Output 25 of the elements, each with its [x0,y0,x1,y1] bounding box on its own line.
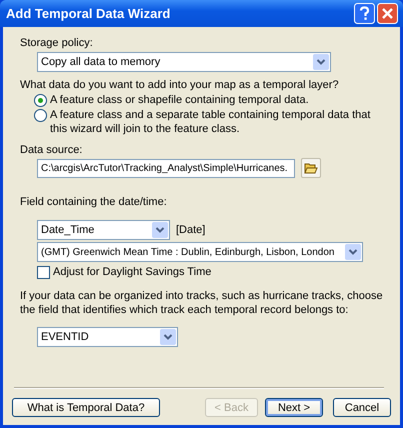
storage-policy-label: Storage policy: [20,36,93,50]
data-question-label: What data do you want to add into your map as a temporal layer? [20,78,339,92]
wizard-button[interactable]: Next > [265,398,323,417]
window-title: Add Temporal Data Wizard [6,6,172,21]
date-field-label: Field containing the date/time: [20,195,167,209]
help-button[interactable] [354,3,375,24]
close-button[interactable] [377,3,398,24]
wizard-button[interactable]: What is Temporal Data? [12,398,160,417]
data-source-label: Data source: [20,143,82,157]
radio-button[interactable] [34,94,47,107]
radio-button[interactable] [34,109,47,122]
storage-policy-dropdown[interactable]: Copy all data to memory [37,52,331,72]
wizard-button[interactable]: Cancel [333,398,391,417]
checkbox-label: Adjust for Daylight Savings Time [53,265,212,279]
folder-icon [304,162,318,174]
field-type-label: [Date] [176,224,206,236]
date-field-dropdown[interactable]: Date_Time [37,220,170,240]
track-field-label: If your data can be organized into tracks, such as hurricane tracks, choose the field that identifies which track each temporal record belongs to: [20,289,384,317]
radio-option[interactable]: A feature class or shapefile containing temporal data. [34,93,374,107]
checkbox[interactable] [37,266,50,278]
radio-label: A feature class or shapefile containing temporal data. [50,93,309,107]
data-source-field[interactable]: C:\arcgis\ArcTutor\Tracking_Analyst\Simple\Hurricanes. [37,158,295,178]
time-zone-dropdown[interactable]: (GMT) Greenwich Mean Time : Dublin, Edinburgh, Lisbon, London [37,242,363,262]
track-field-dropdown[interactable]: EVENTID [37,327,178,347]
browse-button[interactable] [301,158,321,178]
